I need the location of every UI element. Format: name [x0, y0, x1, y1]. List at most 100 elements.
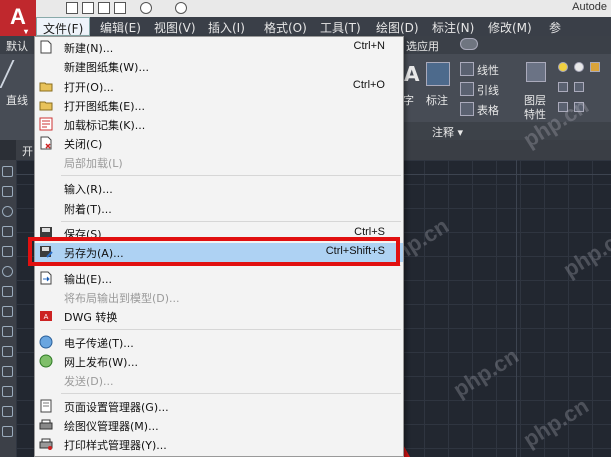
plot-style-icon — [39, 438, 53, 450]
qa-undo-icon[interactable] — [140, 2, 152, 14]
annotation-highlight-box — [28, 237, 400, 266]
menu-modify[interactable]: 修改(M) — [488, 19, 532, 36]
ribbon-toggle-icon[interactable] — [460, 38, 478, 50]
menu-view[interactable]: 视图(V) — [154, 19, 196, 36]
ribbon-panel-title-bar: 注释 ▾ — [404, 122, 611, 140]
new-file-icon — [40, 40, 52, 54]
menu-params[interactable]: 参 — [549, 19, 561, 36]
qa-print-icon[interactable] — [114, 2, 126, 14]
table-icon[interactable] — [460, 102, 474, 116]
menu-format[interactable]: 格式(O) — [264, 19, 307, 36]
menu-item-export[interactable]: 输出(E)... — [35, 269, 403, 288]
menu-item-label: 将布局输出到模型(D)... — [64, 292, 180, 305]
qa-open-icon[interactable] — [82, 2, 94, 14]
menu-item-attach[interactable]: 附着(T)... — [35, 199, 403, 218]
qa-new-icon[interactable] — [66, 2, 78, 14]
text-tool-label[interactable]: 字 — [403, 92, 414, 108]
layer-freeze-icon[interactable] — [574, 62, 584, 72]
draw-circle-icon[interactable] — [2, 206, 13, 217]
draw-rectangle-icon[interactable] — [2, 246, 13, 257]
app-title: Autode — [572, 1, 607, 13]
menu-edit[interactable]: 编辑(E) — [100, 19, 141, 36]
leader-icon[interactable] — [460, 82, 474, 96]
menu-item-export-layout: 将布局输出到模型(D)... — [35, 288, 403, 307]
svg-text:A: A — [44, 314, 49, 321]
layer-tool-icon[interactable] — [574, 82, 584, 92]
menu-item-plotter-manager[interactable]: 绘图仪管理器(M)... — [35, 416, 403, 435]
file-tab[interactable]: 开 — [22, 143, 33, 159]
menu-separator — [61, 393, 401, 394]
leader-label[interactable]: 引线 — [477, 82, 499, 98]
draw-polyline-icon[interactable] — [2, 186, 13, 197]
menu-item-shortcut: Ctrl+N — [353, 40, 385, 52]
menu-item-label: 新建(N)... — [64, 42, 114, 55]
quick-access-toolbar: Autode — [0, 0, 611, 17]
plotter-icon — [39, 419, 53, 430]
layer-lock-icon[interactable] — [590, 62, 600, 72]
menu-item-plot-style-manager[interactable]: 打印样式管理器(Y)... — [35, 435, 403, 454]
menu-bar: 文件(F) 编辑(E) 视图(V) 插入(I) 格式(O) 工具(T) 绘图(D… — [36, 17, 611, 36]
table-label[interactable]: 表格 — [477, 102, 499, 118]
menu-item-label: 关闭(C) — [64, 138, 103, 151]
menu-item-etransmit[interactable]: 电子传递(T)... — [35, 333, 403, 352]
export-icon — [40, 271, 52, 285]
menu-file[interactable]: 文件(F) — [36, 17, 91, 36]
draw-hatch-icon[interactable] — [2, 286, 13, 297]
ribbon-tab-default[interactable]: 默认 — [6, 38, 28, 54]
draw-region-icon[interactable] — [2, 306, 13, 317]
draw-revcloud-icon[interactable] — [2, 426, 13, 437]
menu-item-label: 打开图纸集(E)... — [64, 100, 146, 113]
qa-redo-icon[interactable] — [175, 2, 187, 14]
menu-item-new[interactable]: 新建(N)... Ctrl+N — [35, 38, 403, 57]
layer-tool-icon[interactable] — [558, 82, 568, 92]
draw-text-icon[interactable] — [2, 366, 13, 377]
draw-point-icon[interactable] — [2, 326, 13, 337]
application-menu-button[interactable]: A ▾ — [0, 0, 36, 36]
draw-spline-icon[interactable] — [2, 406, 13, 417]
layer-on-icon[interactable] — [558, 62, 568, 72]
line-tool-label[interactable]: 直线 — [6, 92, 28, 108]
menu-item-dwg-convert[interactable]: A DWG 转换 — [35, 307, 403, 326]
menu-item-new-sheetset[interactable]: 新建图纸集(W)... — [35, 57, 403, 76]
menu-item-partial-load: 局部加载(L) — [35, 153, 403, 172]
draw-ellipse-icon[interactable] — [2, 266, 13, 277]
qa-save-icon[interactable] — [98, 2, 110, 14]
menu-item-shortcut: Ctrl+O — [352, 79, 385, 91]
menu-item-publish-web[interactable]: 网上发布(W)... — [35, 352, 403, 371]
menu-item-label: 绘图仪管理器(M)... — [64, 420, 159, 433]
menu-item-label: 输出(E)... — [64, 273, 113, 286]
menu-item-import[interactable]: 输入(R)... — [35, 179, 403, 198]
menu-item-label: 网上发布(W)... — [64, 356, 138, 369]
ribbon-tab-apps[interactable]: 选应用 — [406, 38, 439, 54]
menu-separator — [61, 329, 401, 330]
annotate-panel-title[interactable]: 注释 ▾ — [432, 124, 463, 140]
menu-tools[interactable]: 工具(T) — [320, 19, 361, 36]
menu-dimension[interactable]: 标注(N) — [432, 19, 474, 36]
linear-dim-icon[interactable] — [460, 62, 474, 76]
menu-draw[interactable]: 绘图(D) — [376, 19, 419, 36]
menu-item-open-sheetset[interactable]: 打开图纸集(E)... — [35, 96, 403, 115]
page-setup-icon — [40, 399, 52, 413]
menu-item-label: 局部加载(L) — [64, 157, 123, 170]
publish-web-icon — [39, 354, 53, 368]
dimension-tool-icon[interactable] — [426, 62, 450, 86]
menu-item-load-markup[interactable]: 加载标记集(K)... — [35, 115, 403, 134]
menu-item-close[interactable]: 关闭(C) — [35, 134, 403, 153]
menu-item-label: 发送(D)... — [64, 375, 114, 388]
draw-arc-icon[interactable] — [2, 226, 13, 237]
draw-block-icon[interactable] — [2, 386, 13, 397]
menu-item-open[interactable]: 打开(O)... Ctrl+O — [35, 77, 403, 96]
text-tool-letter[interactable]: A — [404, 62, 419, 86]
menu-separator — [61, 221, 401, 222]
dimension-tool-label[interactable]: 标注 — [426, 92, 448, 108]
menu-item-page-setup[interactable]: 页面设置管理器(G)... — [35, 397, 403, 416]
menu-item-label: 新建图纸集(W)... — [64, 61, 149, 74]
markup-icon — [39, 117, 53, 131]
grid-major-line — [516, 160, 517, 457]
menu-item-send: 发送(D)... — [35, 371, 403, 390]
menu-insert[interactable]: 插入(I) — [208, 19, 245, 36]
layer-properties-icon[interactable] — [526, 62, 546, 82]
draw-table-icon[interactable] — [2, 346, 13, 357]
linear-dim-label[interactable]: 线性 — [477, 62, 499, 78]
draw-line-icon[interactable] — [2, 166, 13, 177]
